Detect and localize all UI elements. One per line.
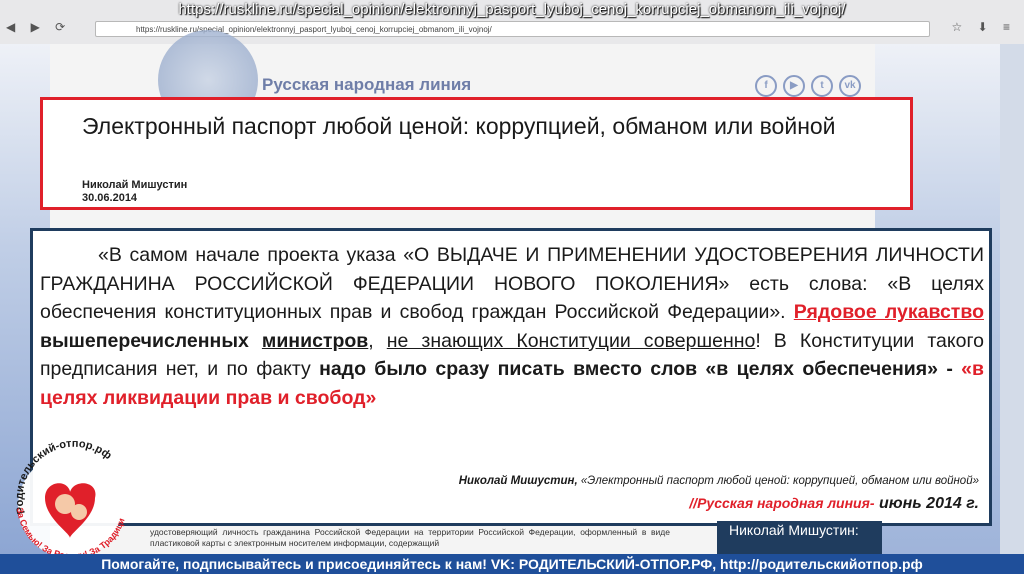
quote-bold: вышеперечисленных [40, 329, 249, 352]
bottom-banner: Помогайте, подписывайтесь и присоединяйт… [0, 554, 1024, 574]
article-header-box: Электронный паспорт любой ценой: коррупц… [40, 97, 913, 210]
quote-part: , [368, 329, 387, 352]
twitter-icon[interactable]: t [811, 75, 833, 97]
quote-highlight: Рядовое лукавство [793, 301, 984, 323]
article-title: Электронный паспорт любой ценой: коррупц… [82, 113, 836, 139]
quote-text: «В самом начале проекта указа «О ВЫДАЧЕ … [40, 241, 984, 412]
citation-work: «Электронный паспорт любой ценой: корруп… [577, 475, 979, 487]
article-date: 30.06.2014 [82, 192, 138, 204]
url-banner: https://ruskline.ru/special_opinion/elek… [178, 1, 846, 18]
citation-date: июнь 2014 г. [874, 495, 979, 512]
quote-bold: министров [261, 329, 369, 352]
citation: Николай Мишустин, «Электронный паспорт л… [459, 475, 979, 487]
scrollbar[interactable] [1000, 44, 1024, 554]
facebook-icon[interactable]: f [755, 75, 777, 97]
citation-source: //Русская народная линия- июнь 2014 г. [689, 495, 979, 513]
article-author[interactable]: Николай Мишустин [82, 179, 187, 191]
quote-space [249, 330, 262, 352]
background-author-box: Николай Мишустин: [717, 521, 882, 554]
citation-source-name: //Русская народная линия- [689, 495, 875, 511]
quote-underline: не знающих Конституции совершенно [386, 329, 756, 352]
quote-bold: надо было сразу писать вместо слов «в це… [319, 358, 962, 380]
site-name[interactable]: Русская народная линия [262, 75, 471, 95]
roditelsky-otpor-logo: Родительский-отпор.рф За Семью! За Родин… [5, 438, 127, 561]
vk-icon[interactable]: vk [839, 75, 861, 97]
citation-author: Николай Мишустин, [458, 475, 578, 487]
background-article-text: удостоверяющий личность гражданина Росси… [150, 527, 670, 548]
youtube-icon[interactable]: ▶ [783, 75, 805, 97]
nav-buttons[interactable]: ◀ ▶ ⟳ [6, 20, 71, 34]
quote-box: «В самом начале проекта указа «О ВЫДАЧЕ … [30, 228, 992, 526]
toolbar-icons[interactable]: ☆ ⬇ ≡ [952, 20, 1016, 34]
